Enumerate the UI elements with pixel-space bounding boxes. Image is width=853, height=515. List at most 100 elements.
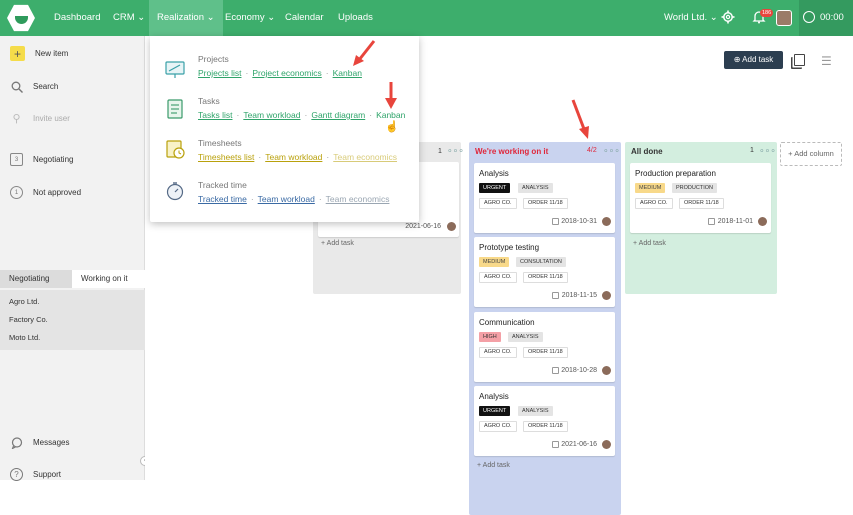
client-tag: AGRO CO. bbox=[635, 198, 673, 209]
order-tag: ORDER 11/18 bbox=[523, 272, 568, 283]
menu-item-gantt-diagram[interactable]: Gantt diagram bbox=[311, 110, 365, 120]
card-title: Analysis bbox=[479, 169, 509, 178]
column-count: 1 bbox=[750, 147, 754, 154]
menu-item-tracked-team-workload[interactable]: Team workload bbox=[258, 194, 315, 204]
search-button[interactable]: Search bbox=[10, 80, 58, 93]
chevron-down-icon: ⌄ bbox=[267, 12, 276, 23]
sidebar: + New item Search ⚲ Invite user 3 Negotiati… bbox=[0, 36, 150, 481]
nav-dashboard[interactable]: Dashboard bbox=[54, 0, 100, 36]
org-list: Agro Ltd. Factory Co. Moto Ltd. bbox=[0, 290, 145, 350]
type-tag: ANALYSIS bbox=[518, 183, 553, 193]
hand-cursor-icon: ☝ bbox=[385, 121, 399, 133]
type-tag: ANALYSIS bbox=[508, 332, 543, 342]
nav-calendar[interactable]: Calendar bbox=[285, 0, 324, 36]
gear-icon[interactable] bbox=[721, 0, 735, 36]
sidebar-item-not-approved[interactable]: 1 Not approved bbox=[10, 186, 81, 199]
nav-uploads[interactable]: Uploads bbox=[338, 0, 373, 36]
list-item[interactable]: Agro Ltd. bbox=[9, 297, 39, 306]
menu-item-timesheets-list[interactable]: Timesheets list bbox=[198, 152, 254, 162]
client-tag: AGRO CO. bbox=[479, 421, 517, 432]
menu-item-tracked-time[interactable]: Tracked time bbox=[198, 194, 247, 204]
type-tag: PRODUCTION bbox=[672, 183, 717, 193]
task-card[interactable]: Production preparation MEDIUM PRODUCTION… bbox=[630, 163, 771, 233]
order-tag: ORDER 11/18 bbox=[523, 198, 568, 209]
add-column-button[interactable]: + Add column bbox=[780, 142, 842, 166]
filter-icon[interactable]: ☰ bbox=[821, 54, 832, 68]
tab-negotiating[interactable]: Negotiating bbox=[0, 270, 72, 288]
user-avatar[interactable] bbox=[776, 10, 792, 26]
card-title: Prototype testing bbox=[479, 243, 540, 252]
menu-item-tracked-team-economics[interactable]: Team economics bbox=[326, 194, 390, 204]
due-date: 2018-10-28 bbox=[561, 367, 597, 374]
card-title: Communication bbox=[479, 318, 535, 327]
calendar-icon bbox=[552, 441, 559, 448]
add-task-button[interactable]: ⊕ Add task bbox=[724, 51, 783, 69]
avatar bbox=[602, 440, 611, 449]
calendar-icon bbox=[708, 218, 715, 225]
support-button[interactable]: ? Support bbox=[10, 468, 61, 481]
tab-working-on-it[interactable]: Working on it bbox=[72, 270, 145, 288]
calendar-icon bbox=[552, 292, 559, 299]
menu-item-project-economics[interactable]: Project economics bbox=[252, 68, 321, 78]
add-task-link[interactable]: + Add task bbox=[477, 462, 510, 469]
priority-tag: MEDIUM bbox=[635, 183, 666, 193]
sidebar-item-negotiating[interactable]: 3 Negotiating bbox=[10, 153, 73, 166]
nav-realization[interactable]: Realization ⌄ bbox=[149, 0, 223, 36]
type-tag: CONSULTATION bbox=[516, 257, 566, 267]
annotation-arrow bbox=[571, 99, 589, 139]
list-item[interactable]: Factory Co. bbox=[9, 315, 48, 324]
menu-item-timesheets-team-economics[interactable]: Team economics bbox=[333, 152, 397, 162]
add-task-link[interactable]: + Add task bbox=[321, 240, 354, 247]
new-item-button[interactable]: + New item bbox=[10, 46, 68, 61]
copy-icon[interactable] bbox=[794, 54, 805, 66]
menu-links: Projects list · Project economics · Kanban bbox=[198, 68, 362, 78]
stopwatch-icon bbox=[166, 182, 184, 201]
task-card[interactable]: Analysis URGENT ANALYSIS AGRO CO. ORDER … bbox=[474, 163, 615, 233]
more-icon[interactable]: ∘∘∘ bbox=[759, 145, 776, 156]
client-tag: AGRO CO. bbox=[479, 347, 517, 358]
type-tag: ANALYSIS bbox=[518, 406, 553, 416]
chevron-down-icon: ⌄ bbox=[206, 12, 215, 23]
task-card[interactable]: Communication HIGH ANALYSIS AGRO CO. ORD… bbox=[474, 312, 615, 382]
client-tag: AGRO CO. bbox=[479, 198, 517, 209]
plus-icon: + bbox=[10, 46, 25, 61]
clock-icon: 1 bbox=[10, 186, 23, 199]
messages-button[interactable]: Messages bbox=[10, 436, 69, 449]
task-card[interactable]: Analysis URGENT ANALYSIS AGRO CO. ORDER … bbox=[474, 386, 615, 456]
menu-item-projects-list[interactable]: Projects list bbox=[198, 68, 241, 78]
priority-tag: HIGH bbox=[479, 332, 501, 342]
company-switcher[interactable]: World Ltd. ⌄ bbox=[664, 0, 718, 36]
annotation-arrow bbox=[353, 40, 376, 66]
more-icon[interactable]: ∘∘∘ bbox=[447, 145, 464, 156]
menu-item-tasks-team-workload[interactable]: Team workload bbox=[243, 110, 300, 120]
nav-economy[interactable]: Economy ⌄ bbox=[225, 0, 275, 36]
add-task-link[interactable]: + Add task bbox=[633, 240, 666, 247]
more-icon[interactable]: ∘∘∘ bbox=[603, 145, 620, 156]
menu-item-tasks-kanban[interactable]: Kanban bbox=[376, 110, 405, 120]
chevron-down-icon: ⌄ bbox=[137, 12, 146, 23]
priority-tag: MEDIUM bbox=[479, 257, 510, 267]
due-date: 2021-06-16 bbox=[405, 223, 441, 230]
column-count: 4/2 bbox=[587, 147, 597, 154]
plus-circle-icon: ⊕ bbox=[733, 55, 743, 64]
nav-crm[interactable]: CRM ⌄ bbox=[113, 0, 145, 36]
bell-icon[interactable] bbox=[752, 0, 766, 36]
menu-links: Tracked time · Team workload · Team economic… bbox=[198, 194, 390, 204]
menu-item-projects-kanban[interactable]: Kanban bbox=[333, 68, 362, 78]
menu-links: Tasks list · Team workload · Gantt diagram · K… bbox=[198, 110, 406, 120]
menu-item-tasks-list[interactable]: Tasks list bbox=[198, 110, 232, 120]
order-tag: ORDER 11/18 bbox=[679, 198, 724, 209]
list-item[interactable]: Moto Ltd. bbox=[9, 333, 40, 342]
app-logo[interactable] bbox=[7, 4, 35, 32]
timer-widget[interactable]: 00:00 bbox=[799, 0, 853, 36]
card-title: Production preparation bbox=[635, 169, 716, 178]
calendar-icon bbox=[552, 367, 559, 374]
invite-user-button[interactable]: ⚲ Invite user bbox=[10, 112, 69, 125]
avatar bbox=[602, 366, 611, 375]
menu-section-title: Tracked time bbox=[198, 180, 247, 190]
menu-links: Timesheets list · Team workload · Team econo… bbox=[198, 152, 398, 162]
task-card[interactable]: Prototype testing MEDIUM CONSULTATION AG… bbox=[474, 237, 615, 307]
menu-item-timesheets-team-workload[interactable]: Team workload bbox=[265, 152, 322, 162]
due-date: 2018-11-15 bbox=[561, 292, 597, 299]
realization-dropdown: Projects Projects list · Project economics… bbox=[150, 36, 419, 222]
